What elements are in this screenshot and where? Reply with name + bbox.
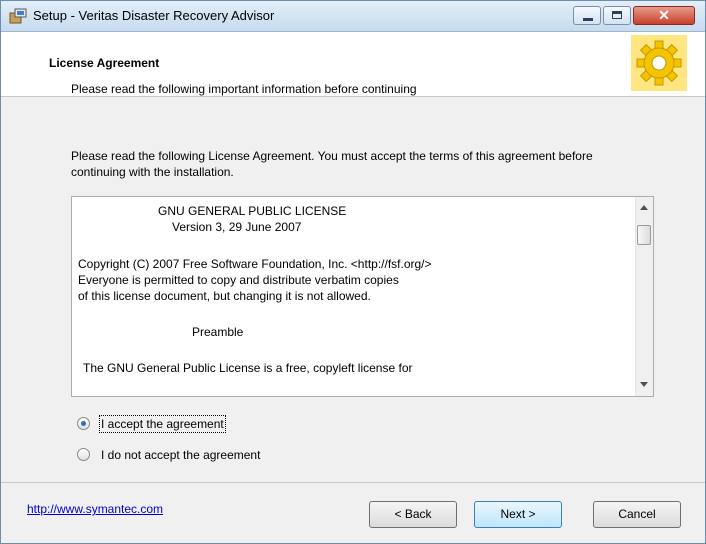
cancel-button[interactable]: Cancel xyxy=(593,501,681,528)
footer-divider xyxy=(1,482,705,483)
maximize-icon xyxy=(612,11,622,19)
vertical-scrollbar[interactable] xyxy=(635,197,653,396)
page-title: License Agreement xyxy=(49,56,160,70)
close-button[interactable]: ✕ xyxy=(633,6,695,25)
minimize-button[interactable] xyxy=(573,6,601,25)
symantec-link[interactable]: http://www.symantec.com xyxy=(27,502,163,516)
license-line: The GNU General Public License is a free… xyxy=(83,361,413,375)
license-line: Version 3, 29 June 2007 xyxy=(172,220,302,234)
license-line: Everyone is permitted to copy and distri… xyxy=(78,273,399,287)
maximize-button[interactable] xyxy=(603,6,631,25)
license-line: of this license document, but changing i… xyxy=(78,289,371,303)
back-button[interactable]: < Back xyxy=(369,501,457,528)
license-line: GNU GENERAL PUBLIC LICENSE xyxy=(158,204,347,218)
decline-label[interactable]: I do not accept the agreement xyxy=(101,448,260,462)
window-title: Setup - Veritas Disaster Recovery Adviso… xyxy=(33,8,275,23)
page-subtitle: Please read the following important info… xyxy=(71,82,417,96)
next-button[interactable]: Next > xyxy=(474,501,562,528)
license-textbox[interactable]: GNU GENERAL PUBLIC LICENSE Version 3, 29… xyxy=(71,196,654,397)
license-line: Preamble xyxy=(192,325,244,339)
scroll-up-icon[interactable] xyxy=(640,205,648,210)
intro-text: Please read the following License Agreem… xyxy=(71,149,593,179)
license-line: Copyright (C) 2007 Free Software Foundat… xyxy=(78,257,432,271)
scroll-thumb[interactable] xyxy=(637,225,651,245)
setup-box-icon xyxy=(9,8,27,24)
accept-label[interactable]: I accept the agreement xyxy=(99,415,226,433)
decline-radio[interactable] xyxy=(77,448,90,461)
setup-window: Setup - Veritas Disaster Recovery Adviso… xyxy=(0,0,706,544)
wizard-header: License Agreement Please read the follow… xyxy=(1,32,705,97)
scroll-down-icon[interactable] xyxy=(640,382,648,387)
close-icon: ✕ xyxy=(658,7,670,23)
accept-radio[interactable] xyxy=(77,417,90,430)
gear-icon xyxy=(631,35,687,91)
minimize-icon xyxy=(583,18,593,21)
title-bar[interactable]: Setup - Veritas Disaster Recovery Adviso… xyxy=(1,1,705,32)
